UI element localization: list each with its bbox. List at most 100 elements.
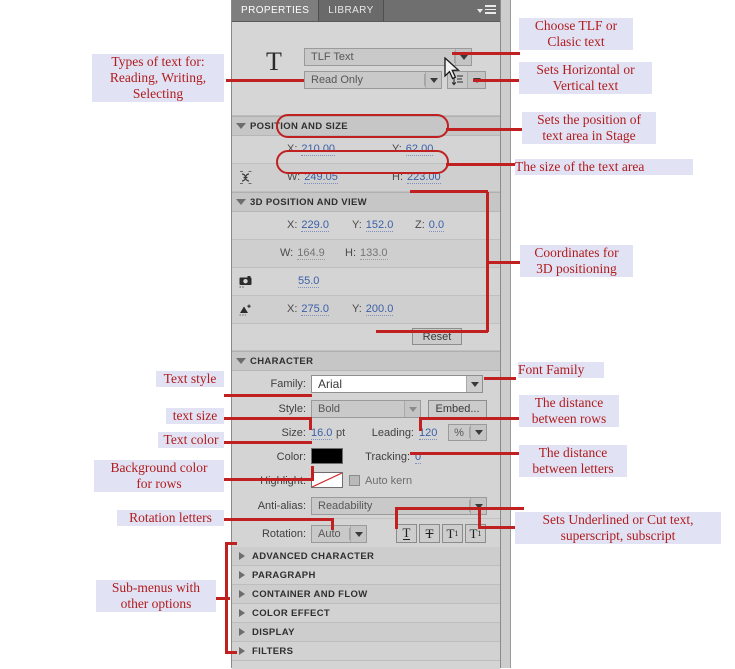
chevron-down-icon[interactable] (470, 425, 486, 440)
anti-alias-dropdown[interactable]: Readability (311, 497, 487, 515)
row-3d-xyz: X: 229.0 Y: 152.0 Z: 0.0 (232, 212, 500, 240)
panel-menu-icon[interactable] (477, 4, 496, 17)
font-size-value[interactable]: 16.0 (311, 427, 333, 440)
camera-perspective-angle-icon[interactable] (238, 274, 254, 289)
section-title: FILTERS (252, 645, 294, 657)
row-rotation-styles: Rotation: Auto T T T1 T1 (232, 518, 500, 547)
chevron-down-icon[interactable] (466, 376, 482, 392)
callout-line (410, 452, 522, 455)
callout-line (224, 441, 312, 444)
vp-x-label: X: (287, 303, 298, 315)
section-header-advanced-character[interactable]: ADVANCED CHARACTER (232, 547, 500, 566)
section-title: ADVANCED CHARACTER (252, 550, 375, 562)
annotation-background-color: Background color for rows (94, 460, 224, 492)
3d-y-label: Y: (352, 219, 362, 231)
callout-line (311, 466, 314, 480)
callout-line (226, 79, 304, 82)
panel-scrollbar[interactable] (501, 0, 511, 668)
highlight-label: Highlight: (260, 475, 306, 487)
section-header-paragraph[interactable]: PARAGRAPH (232, 566, 500, 585)
callout-line (395, 507, 481, 510)
family-label: Family: (270, 378, 306, 390)
callout-line (226, 79, 232, 82)
section-title: PARAGRAPH (252, 569, 316, 581)
tracking-label: Tracking: (365, 451, 410, 463)
section-header-display[interactable]: DISPLAY (232, 623, 500, 642)
leading-unit-value: % (454, 426, 464, 439)
highlight-oval-wh (276, 150, 449, 174)
perspective-angle-value[interactable]: 55.0 (298, 275, 320, 288)
section-header-container-and-flow[interactable]: CONTAINER AND FLOW (232, 585, 500, 604)
triangle-down-icon (232, 123, 250, 129)
row-color-tracking: Color: Tracking: 0 (232, 445, 500, 469)
panel-tab-bar: PROPERTIES LIBRARY (232, 0, 500, 22)
section-title: DISPLAY (252, 626, 295, 638)
annotation-sub-menus: Sub-menus with other options (96, 580, 216, 612)
anti-alias-label: Anti-alias: (257, 500, 306, 512)
3d-x-value[interactable]: 229.0 (301, 219, 329, 232)
3d-h-field: H: 133.0 (345, 247, 388, 260)
rotation-label: Rotation: (261, 528, 306, 540)
properties-panel: PROPERTIES LIBRARY T TLF Text Read Only (231, 0, 501, 669)
embed-fonts-button[interactable]: Embed... (428, 400, 487, 418)
vp-x-field[interactable]: X: 275.0 (287, 303, 329, 316)
chevron-down-icon[interactable] (350, 526, 366, 542)
section-header-color-effect[interactable]: COLOR EFFECT (232, 604, 500, 623)
callout-line (484, 377, 516, 380)
3d-y-field[interactable]: Y: 152.0 (352, 219, 394, 232)
style-label: Style: (278, 403, 306, 415)
3d-x-field[interactable]: X: 229.0 (287, 219, 329, 232)
perspective-angle-field[interactable]: 55.0 (294, 275, 320, 288)
chevron-down-icon[interactable] (425, 72, 441, 88)
text-engine-value: TLF Text (311, 51, 354, 63)
text-behavior-value: Read Only (311, 74, 363, 86)
triangle-right-icon (232, 552, 252, 560)
constrain-proportions-icon[interactable] (238, 170, 254, 185)
vp-x-value[interactable]: 275.0 (301, 303, 329, 316)
3d-y-value[interactable]: 152.0 (365, 219, 394, 232)
callout-line (419, 417, 497, 420)
row-perspective-angle: 55.0 (232, 268, 500, 296)
font-family-dropdown[interactable]: Arial (311, 375, 483, 393)
callout-line (486, 261, 522, 264)
3d-z-field[interactable]: Z: 0.0 (415, 219, 445, 232)
font-style-dropdown[interactable]: Bold (311, 400, 421, 418)
superscript-button[interactable]: T1 (442, 524, 463, 543)
vanishing-point-icon[interactable] (238, 302, 254, 317)
tab-library[interactable]: LIBRARY (319, 0, 384, 21)
text-color-swatch[interactable] (311, 448, 343, 464)
callout-line (309, 417, 312, 430)
callout-line (395, 507, 398, 529)
callout-line (478, 507, 524, 510)
section-title: CHARACTER (250, 355, 314, 367)
callout-line (376, 330, 488, 333)
callout-line (232, 394, 312, 397)
callout-line (446, 163, 516, 166)
section-header-3d-position-and-view[interactable]: 3D POSITION AND VIEW (232, 192, 500, 212)
highlight-color-swatch[interactable] (311, 472, 343, 488)
section-header-filters[interactable]: FILTERS (232, 642, 500, 661)
chevron-down-icon[interactable] (404, 401, 420, 417)
underline-button[interactable]: T (396, 524, 417, 543)
3d-z-value[interactable]: 0.0 (428, 219, 445, 232)
callout-line (216, 597, 230, 600)
row-font-family: Family: Arial (232, 371, 500, 396)
annotation-distance-rows: The distance between rows (519, 395, 619, 427)
callout-line (224, 518, 334, 521)
tab-properties[interactable]: PROPERTIES (232, 0, 320, 21)
text-tool-T-icon: T (266, 47, 282, 76)
leading-unit-dropdown[interactable]: % (448, 424, 487, 441)
annotation-rotation-letters: Rotation letters (117, 510, 224, 526)
3d-w-value: 164.9 (297, 247, 325, 260)
callout-line (452, 52, 520, 55)
rotation-dropdown[interactable]: Auto (311, 525, 367, 543)
strikethrough-button[interactable]: T (419, 524, 440, 543)
text-behavior-dropdown[interactable]: Read Only (304, 71, 442, 89)
3d-z-label: Z: (415, 219, 425, 231)
section-header-character[interactable]: CHARACTER (232, 351, 500, 371)
vp-y-value[interactable]: 200.0 (365, 303, 394, 316)
auto-kern-checkbox[interactable] (349, 475, 360, 486)
vp-y-field[interactable]: Y: 200.0 (352, 303, 394, 316)
annotation-3d-coordinates: Coordinates for 3D positioning (520, 245, 633, 277)
annotation-font-family: Font Family (518, 362, 604, 378)
